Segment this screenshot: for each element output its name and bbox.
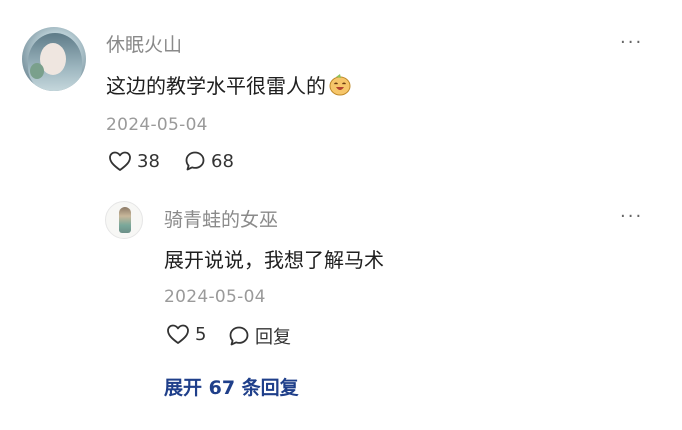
expand-replies-link[interactable]: 展开 67 条回复 [164, 373, 299, 400]
comment-text-row: 这边的教学水平很雷人的 [106, 70, 352, 99]
reply-avatar-figure [119, 207, 131, 233]
reply-username[interactable]: 骑青蛙的女巫 [164, 205, 278, 232]
heart-outline-icon [109, 151, 131, 171]
heart-outline-icon [167, 324, 189, 344]
reply-label: 回复 [255, 327, 291, 348]
chat-bubble-icon [229, 326, 249, 346]
like-button[interactable]: 38 [108, 150, 160, 172]
avatar[interactable] [22, 27, 86, 91]
reply-reply-button[interactable]: 回复 [228, 323, 291, 349]
reply-text: 展开说说，我想了解马术 [164, 248, 384, 272]
reply-date: 2024-05-04 [164, 287, 266, 307]
comment-button[interactable]: 68 [184, 150, 234, 172]
comment-username[interactable]: 休眠火山 [106, 30, 182, 57]
comment-date: 2024-05-04 [106, 115, 208, 135]
comment-text: 这边的教学水平很雷人的 [106, 74, 326, 98]
reply-like-button[interactable]: 5 [166, 323, 206, 345]
like-count: 38 [137, 150, 160, 172]
chat-bubble-icon [185, 151, 205, 171]
reply-avatar[interactable] [105, 201, 143, 239]
laughing-face-emoji-icon [329, 74, 351, 96]
avatar-hand [30, 63, 44, 79]
reply-like-count: 5 [195, 323, 207, 345]
more-options-button[interactable]: ··· [620, 32, 643, 53]
reply-count: 68 [211, 150, 234, 172]
reply-more-options-button[interactable]: ··· [620, 206, 643, 227]
